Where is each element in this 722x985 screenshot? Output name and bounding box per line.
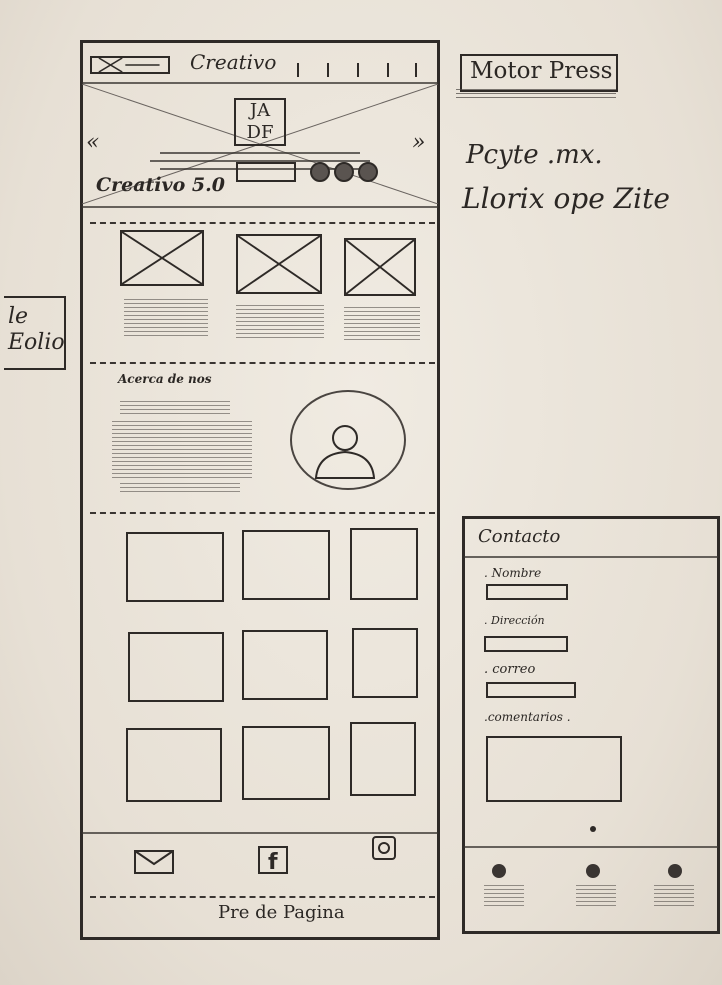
hero-divider — [82, 206, 438, 208]
feature-image-3 — [344, 238, 416, 296]
logo-text-top: JA — [249, 100, 271, 121]
contact-footer-text-1 — [484, 884, 524, 906]
svg-text:f: f — [268, 850, 278, 874]
hero-cta-button[interactable] — [236, 162, 296, 182]
gallery-tile[interactable] — [126, 728, 222, 802]
contact-footer-dot-3[interactable] — [668, 864, 682, 878]
instagram-icon[interactable] — [372, 836, 396, 860]
about-text-tail — [120, 480, 240, 492]
left-stub-line-2: Eolio — [8, 330, 65, 355]
header-title: Creativo — [190, 50, 277, 74]
brand-badge-shadow — [456, 88, 616, 98]
feature-text-1 — [124, 296, 208, 336]
carousel-next-arrow[interactable]: » — [412, 130, 425, 155]
nombre-input[interactable] — [486, 584, 568, 600]
gallery-tile[interactable] — [128, 632, 224, 702]
mail-icon[interactable] — [134, 850, 174, 874]
image-placeholder-icon — [238, 236, 320, 292]
gallery-tile[interactable] — [242, 630, 328, 700]
hero-label: Creativo 5.0 — [96, 174, 225, 196]
image-placeholder-icon — [98, 58, 160, 72]
image-placeholder-icon — [122, 232, 202, 284]
field-label-nombre: . Nombre — [484, 566, 542, 580]
carousel-dot-2[interactable] — [334, 162, 354, 182]
side-note-2: Llorix ope Zite — [462, 182, 670, 215]
submit-dot[interactable] — [590, 826, 596, 832]
gallery-tile[interactable] — [352, 628, 418, 698]
image-placeholder-icon — [346, 240, 414, 294]
logo-text-bottom: DF — [246, 122, 274, 143]
side-note-1: Pcyte .mx. — [466, 140, 603, 170]
hero-logo: JA DF — [234, 98, 286, 146]
direccion-input[interactable] — [484, 636, 568, 652]
header-nav-ticks[interactable] — [290, 62, 430, 77]
field-label-direccion: . Dirección — [484, 614, 545, 627]
feature-image-2 — [236, 234, 322, 294]
field-label-correo: . correo — [484, 662, 536, 677]
contact-footer-dot-2[interactable] — [586, 864, 600, 878]
section-dash-2 — [90, 362, 435, 364]
carousel-dot-3[interactable] — [358, 162, 378, 182]
contact-footer-text-2 — [576, 884, 616, 906]
carousel-prev-arrow[interactable]: « — [86, 130, 99, 155]
brand-badge-text: Motor Press — [470, 58, 613, 84]
feature-image-1 — [120, 230, 204, 286]
feature-text-3 — [344, 304, 420, 340]
carousel-dot-1[interactable] — [310, 162, 330, 182]
contact-footer-divider — [464, 846, 718, 848]
about-text-body — [112, 418, 252, 478]
feature-text-2 — [236, 302, 324, 338]
contact-title-divider — [464, 556, 718, 558]
contact-footer-dot-1[interactable] — [492, 864, 506, 878]
gallery-tile[interactable] — [242, 726, 330, 800]
contact-footer-text-3 — [654, 884, 694, 906]
field-label-comentarios: .comentarios . — [484, 710, 571, 724]
gallery-tile[interactable] — [126, 532, 224, 602]
gallery-tile[interactable] — [350, 528, 418, 600]
correo-input[interactable] — [486, 682, 576, 698]
footer-text: Pre de Pagina — [218, 902, 345, 923]
gallery-tile[interactable] — [350, 722, 416, 796]
footer-top-divider — [82, 832, 438, 834]
user-silhouette-icon — [310, 420, 380, 480]
about-text-short — [120, 400, 230, 414]
menu-placeholder[interactable] — [90, 56, 170, 74]
footer-dash — [90, 896, 435, 898]
about-label: Acerca de nos — [118, 372, 212, 386]
section-dash-3 — [90, 512, 435, 514]
left-stub-line-1: le — [8, 304, 29, 329]
section-dash-1 — [90, 222, 435, 224]
comentarios-textarea[interactable] — [486, 736, 622, 802]
contact-title: Contacto — [478, 526, 561, 547]
gallery-tile[interactable] — [242, 530, 330, 600]
facebook-icon[interactable]: f — [258, 846, 288, 875]
hero-text-line-1 — [160, 152, 360, 154]
